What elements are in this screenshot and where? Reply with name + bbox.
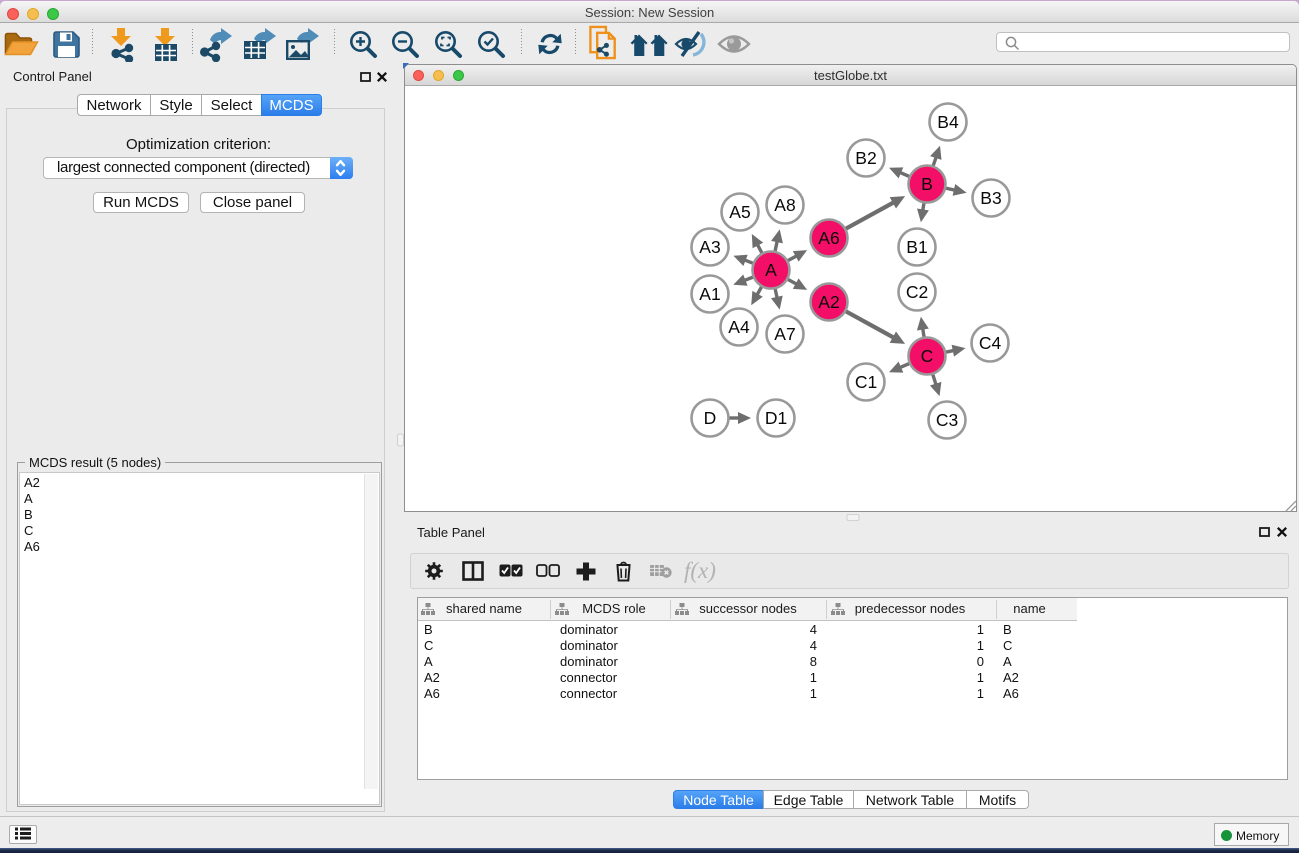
svg-text:A8: A8	[774, 195, 795, 215]
svg-text:A6: A6	[818, 228, 839, 248]
svg-text:C: C	[921, 346, 934, 366]
svg-text:C3: C3	[936, 410, 958, 430]
svg-text:C4: C4	[979, 333, 1002, 353]
svg-text:A7: A7	[774, 324, 795, 344]
svg-text:C1: C1	[855, 372, 877, 392]
svg-text:D: D	[704, 408, 717, 428]
svg-text:A4: A4	[728, 317, 750, 337]
svg-text:A5: A5	[729, 202, 750, 222]
svg-text:D1: D1	[765, 408, 787, 428]
svg-text:A1: A1	[699, 284, 720, 304]
svg-text:C2: C2	[906, 282, 928, 302]
svg-text:A3: A3	[699, 237, 720, 257]
svg-text:A: A	[765, 260, 777, 280]
svg-text:B3: B3	[980, 188, 1001, 208]
svg-text:A2: A2	[818, 292, 839, 312]
svg-text:B4: B4	[937, 112, 959, 132]
svg-text:B: B	[921, 174, 933, 194]
svg-text:B1: B1	[906, 237, 927, 257]
svg-text:B2: B2	[855, 148, 876, 168]
